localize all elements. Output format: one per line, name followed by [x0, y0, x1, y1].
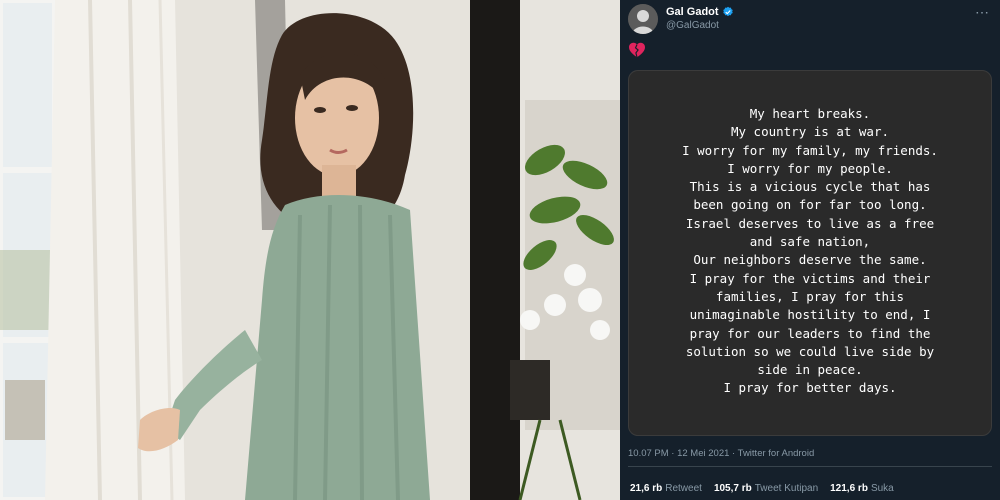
quote-tweet-count[interactable]: 105,7 rb Tweet Kutipan — [714, 483, 818, 494]
more-icon[interactable]: ⋯ — [975, 4, 990, 21]
statement-text: My heart breaks. My country is at war. I… — [682, 106, 938, 396]
retweet-count-value: 21,6 rb — [630, 483, 663, 494]
retweet-count[interactable]: 21,6 rb Retweet — [630, 483, 702, 494]
handle[interactable]: @GalGadot — [666, 20, 719, 31]
photo-illustration — [0, 0, 620, 500]
display-name[interactable]: Gal Gadot — [666, 6, 719, 18]
retweet-label: Retweet — [665, 483, 702, 494]
like-label: Suka — [870, 483, 894, 494]
tweet-stats: 21,6 rb Retweet 105,7 rb Tweet Kutipan 121… — [630, 483, 894, 494]
tweet-header: Gal Gadot @GalGadot ⋯ — [628, 4, 992, 34]
divider — [628, 466, 992, 467]
broken-heart-icon — [629, 42, 645, 58]
like-count[interactable]: 121,6 rb Suka — [830, 483, 894, 494]
tweet-panel: Gal Gadot @GalGadot ⋯ My heart breaks. M… — [620, 0, 1000, 500]
verified-badge-icon — [723, 6, 733, 17]
avatar[interactable] — [628, 4, 658, 34]
like-count-value: 121,6 rb — [830, 483, 868, 494]
quote-count-value: 105,7 rb — [713, 483, 752, 494]
avatar-icon — [628, 4, 658, 34]
portrait-photo — [0, 0, 620, 500]
tweet-timestamp[interactable]: 10.07 PM · 12 Mei 2021 · Twitter for And… — [628, 448, 814, 459]
statement-image: My heart breaks. My country is at war. I… — [628, 70, 992, 436]
quote-label: Tweet Kutipan — [754, 483, 819, 494]
